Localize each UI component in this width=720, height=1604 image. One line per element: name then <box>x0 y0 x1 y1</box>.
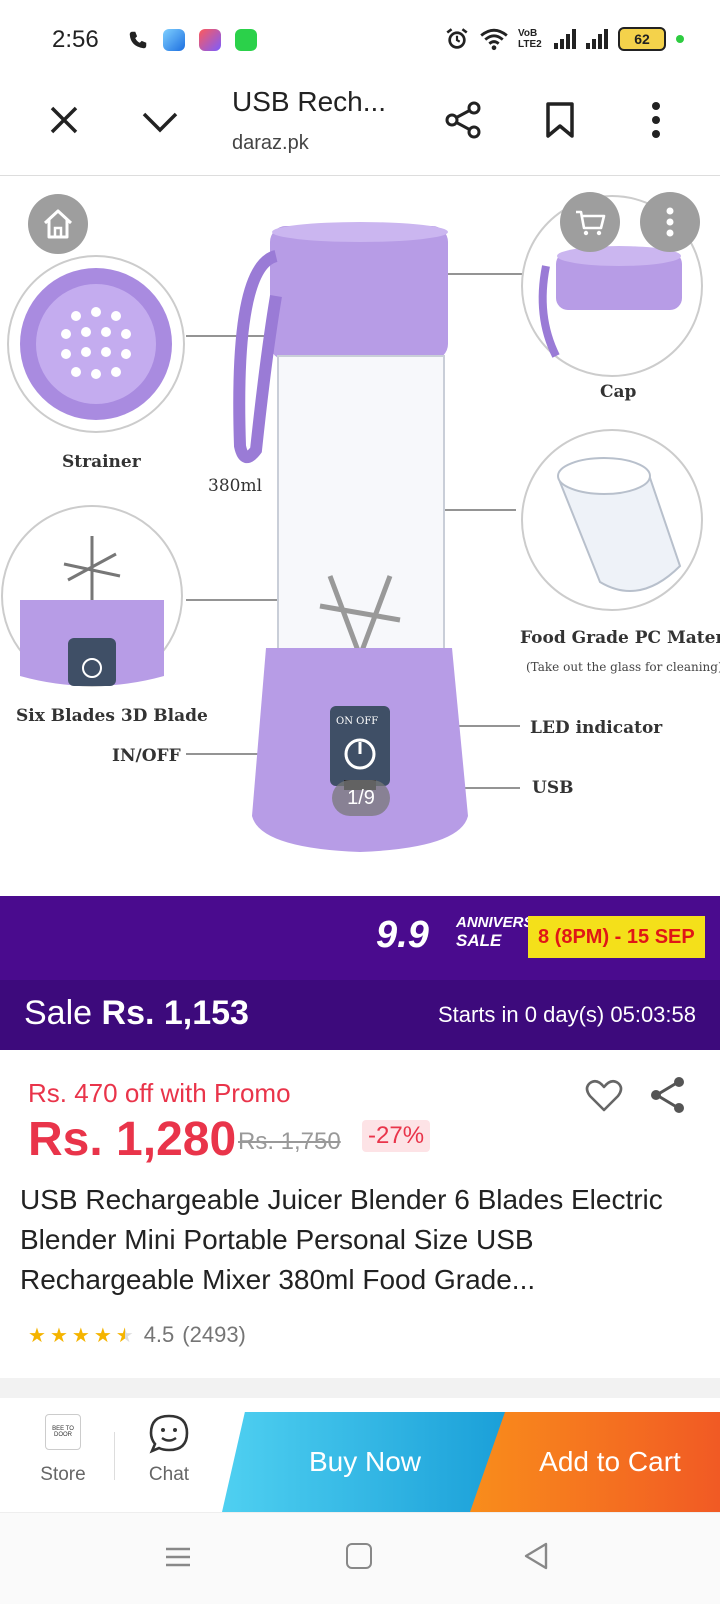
chevron-down-icon[interactable] <box>140 102 180 142</box>
promo-nine-nine: 9.9 <box>376 914 429 956</box>
store-logo-text: BEE TO DOOR <box>52 1426 74 1438</box>
image-pager: 1/9 <box>332 780 390 816</box>
share-icon[interactable] <box>444 100 484 140</box>
chat-icon <box>149 1414 189 1454</box>
status-right: VoB LTE2 62 <box>444 26 684 52</box>
label-capacity: 380ml <box>208 476 263 496</box>
network-label: VoB LTE2 <box>518 28 542 50</box>
sale-prefix: Sale <box>24 994 93 1032</box>
recents-menu-icon[interactable] <box>164 1543 192 1571</box>
promo-anniversary-text: ANNIVERSARY SALE <box>456 914 565 950</box>
page: 2:56 VoB LTE2 62 USB Rech... daraz.pk St… <box>0 0 720 1604</box>
product-image-gallery[interactable]: Strainer 380ml Cap Food Grade PC Materia… <box>0 176 720 896</box>
sale-strip: Sale Rs. 1,153 Starts in 0 day(s) 05:03:… <box>0 980 720 1050</box>
close-icon[interactable] <box>44 100 84 140</box>
add-to-cart-button[interactable]: Add to Cart <box>470 1412 720 1512</box>
browser-app-icon <box>162 29 185 51</box>
sale-price-line: Sale Rs. 1,153 <box>24 994 249 1033</box>
battery-icon: 62 <box>618 27 666 51</box>
page-domain[interactable]: daraz.pk <box>232 132 309 155</box>
home-square-icon[interactable] <box>346 1543 372 1569</box>
promo-date-range: 8 (8PM) - 15 SEP <box>528 916 705 958</box>
label-usb: USB <box>532 778 574 798</box>
current-price: Rs. 1,280 <box>28 1113 237 1166</box>
label-blades: Six Blades 3D Blade <box>16 706 208 726</box>
label-strainer: Strainer <box>62 452 141 472</box>
original-price: Rs. 1,750 <box>238 1128 341 1155</box>
product-rating[interactable]: ★ ★ ★ ★ ★ 4.5 (2493) <box>28 1322 246 1348</box>
promo-discount-line[interactable]: Rs. 470 off with Promo <box>28 1078 291 1109</box>
star-icon: ★ <box>49 1324 68 1347</box>
green-app-icon <box>234 29 257 51</box>
label-on-off: ON OFF <box>336 716 379 727</box>
signal-icon-2 <box>586 29 608 49</box>
system-navigation-bar <box>0 1512 720 1604</box>
bookmark-icon[interactable] <box>540 100 580 140</box>
anniversary-sale-banner[interactable]: 9.9 ANNIVERSARY SALE 8 (8PM) - 15 SEP <box>0 896 720 980</box>
product-share-icon[interactable] <box>648 1074 688 1116</box>
store-button[interactable]: BEE TO DOOR Store <box>28 1414 98 1494</box>
section-divider <box>0 1378 720 1398</box>
home-button[interactable] <box>28 194 88 254</box>
chat-button[interactable]: Chat <box>134 1412 204 1496</box>
discount-badge: -27% <box>362 1120 431 1152</box>
buy-now-button[interactable]: Buy Now <box>222 1412 508 1512</box>
privacy-dot <box>676 35 684 43</box>
chat-label: Chat <box>148 1464 190 1485</box>
wishlist-heart-icon[interactable] <box>584 1076 624 1116</box>
more-vertical-icon <box>666 207 674 237</box>
half-star-icon: ★ <box>115 1324 134 1347</box>
bottom-action-bar: BEE TO DOOR Store Chat Buy Now Add to Ca… <box>0 1398 720 1512</box>
label-led: LED indicator <box>530 718 663 738</box>
label-cap: Cap <box>600 382 637 402</box>
product-title: USB Rechargeable Juicer Blender 6 Blades… <box>20 1184 663 1295</box>
gallery-more-button[interactable] <box>640 192 700 252</box>
cart-button[interactable] <box>560 192 620 252</box>
status-time: 2:56 <box>52 26 99 53</box>
label-material-note: (Take out the glass for cleaning) <box>526 660 720 674</box>
promo-sale: SALE <box>456 931 502 950</box>
signal-icon <box>554 29 576 49</box>
wifi-icon <box>480 28 508 51</box>
browser-toolbar: USB Rech... daraz.pk <box>0 80 720 176</box>
cart-icon <box>576 210 606 236</box>
label-material: Food Grade PC Material <box>520 628 720 648</box>
rating-score: 4.5 <box>143 1322 175 1347</box>
store-logo: BEE TO DOOR <box>45 1414 81 1450</box>
alarm-icon <box>446 28 468 49</box>
sale-price: Rs. 1,153 <box>101 994 249 1032</box>
label-switch: IN/OFF <box>112 746 181 766</box>
star-app-icon <box>198 29 221 51</box>
more-vertical-icon[interactable] <box>636 98 676 142</box>
store-label: Store <box>40 1464 86 1485</box>
promo-anniversary: ANNIVERSARY <box>456 914 565 931</box>
home-icon <box>43 209 73 239</box>
rating-count: (2493) <box>182 1322 246 1347</box>
status-app-icons <box>127 29 257 51</box>
sale-countdown: Starts in 0 day(s) 05:03:58 <box>437 1002 696 1027</box>
star-icon: ★ <box>93 1324 112 1347</box>
star-icon: ★ <box>28 1324 46 1347</box>
action-divider <box>114 1432 115 1480</box>
page-title[interactable]: USB Rech... <box>232 86 386 118</box>
phone-icon <box>129 31 146 49</box>
star-icon: ★ <box>71 1324 90 1347</box>
status-bar: 2:56 VoB LTE2 62 <box>0 0 720 80</box>
back-triangle-icon[interactable] <box>522 1541 550 1571</box>
